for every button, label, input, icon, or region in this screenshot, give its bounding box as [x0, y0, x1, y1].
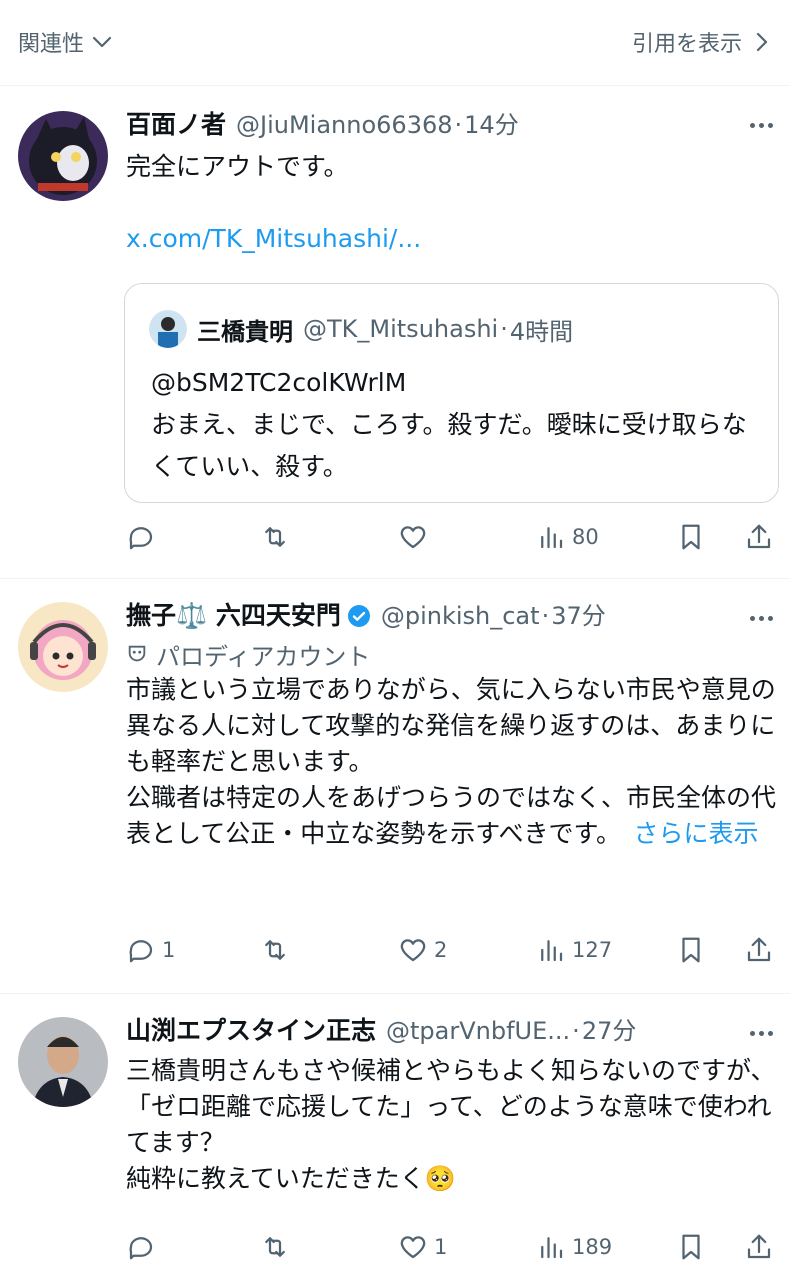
reply-button[interactable]: 1 [126, 935, 175, 965]
display-name[interactable]: 百面ノ者 [126, 105, 226, 141]
view-quotes-label: 引用を表示 [631, 32, 742, 57]
post-header: 撫子⚖️ 六四天安門 @pinkish_cat · 37分 [126, 596, 776, 636]
post-header: 山渕エプスタイン正志 @tparVnbfUE... · 27分 [126, 1011, 776, 1051]
reply-icon [129, 940, 153, 963]
view-count: 189 [572, 1235, 613, 1259]
bookmark-icon [682, 1234, 700, 1260]
share-button[interactable] [744, 935, 774, 965]
view-quotes-link[interactable]: 引用を表示 [632, 26, 774, 58]
heart-icon [400, 1236, 426, 1259]
like-count: 1 [434, 1235, 448, 1259]
post-time[interactable]: 14分 [464, 105, 519, 140]
quoted-post-time: 4時間 [509, 317, 574, 346]
display-name[interactable]: 山渕エプスタイン正志 [126, 1011, 376, 1047]
post-actions: 1 189 [126, 1227, 776, 1267]
display-name[interactable]: 撫子⚖️ 六四天安門 [126, 596, 341, 632]
parody-label-text: パロディアカウント [156, 642, 371, 671]
post-time[interactable]: 37分 [551, 596, 606, 631]
post-header: 百面ノ者 @JiuMianno66368 · 14分 [126, 105, 776, 145]
reply-post[interactable]: 百面ノ者 @JiuMianno66368 · 14分 完全にアウトです。 x.c… [0, 87, 790, 579]
sort-label: 関連性 [18, 32, 85, 57]
repost-icon [265, 527, 285, 547]
separator-dot: · [500, 315, 508, 343]
separator-dot: · [541, 602, 550, 630]
separator-dot: · [454, 111, 463, 139]
repost-button[interactable] [260, 1232, 296, 1262]
like-button[interactable]: 2 [398, 935, 447, 965]
repost-button[interactable] [260, 935, 296, 965]
reply-post[interactable]: 山渕エプスタイン正志 @tparVnbfUE... · 27分 三橋貴明さんもさ… [0, 995, 790, 1280]
avatar[interactable] [18, 602, 108, 692]
heart-icon [400, 526, 426, 549]
share-button[interactable] [744, 522, 774, 552]
parody-label: パロディアカウント [126, 636, 776, 672]
avatar[interactable] [18, 1017, 108, 1107]
quoted-post[interactable]: 三橋貴明 @TK_Mitsuhashi · 4時間 @bSM2TC2colKWr… [124, 283, 779, 503]
sort-dropdown[interactable]: 関連性 [18, 26, 114, 58]
reply-button[interactable] [126, 522, 162, 552]
quoted-post-header: 三橋貴明 @TK_Mitsuhashi · 4時間 [149, 310, 573, 348]
view-count: 127 [572, 938, 613, 962]
bookmark-button[interactable] [676, 522, 706, 552]
like-count: 2 [434, 938, 448, 962]
reply-count: 1 [162, 938, 176, 962]
bookmark-button[interactable] [676, 1232, 706, 1262]
post-text: 市議という立場でありながら、気に入らない市民や意見の異なる人に対して攻撃的な発信… [126, 672, 776, 852]
quoted-post-text: @bSM2TC2colKWrlM おまえ、まじで、ころす。殺すだ。曖昧に受け取ら… [151, 368, 747, 481]
post-text: 三橋貴明さんもさや候補とやらもよく知らないのですが、「ゼロ距離で応援してた」って… [126, 1056, 776, 1193]
views-button[interactable]: 80 [536, 522, 599, 552]
heart-icon [400, 939, 426, 962]
like-button[interactable] [398, 522, 434, 552]
share-icon [747, 937, 771, 962]
show-more-link[interactable]: さらに表示 [634, 819, 759, 848]
quoted-user-handle: @TK_Mitsuhashi [303, 315, 499, 343]
bookmark-button[interactable] [676, 935, 706, 965]
post-text: 完全にアウトです。 [126, 152, 349, 181]
post-link[interactable]: x.com/TK_Mitsuhashi/... [126, 221, 776, 257]
reply-button[interactable] [126, 1232, 162, 1262]
views-icon [541, 527, 563, 549]
chevron-down-icon [90, 30, 114, 54]
views-button[interactable]: 189 [536, 1232, 612, 1262]
post-actions: 80 [126, 517, 776, 557]
user-handle[interactable]: @pinkish_cat [381, 602, 540, 630]
chevron-right-icon [750, 30, 774, 54]
repost-button[interactable] [260, 522, 296, 552]
views-icon [541, 1237, 563, 1259]
verified-badge-icon [347, 604, 371, 628]
avatar[interactable] [18, 111, 108, 201]
share-button[interactable] [744, 1232, 774, 1262]
user-handle[interactable]: @JiuMianno66368 [236, 111, 453, 139]
quoted-avatar [149, 310, 187, 348]
view-count: 80 [572, 525, 599, 549]
reply-post[interactable]: 撫子⚖️ 六四天安門 @pinkish_cat · 37分 パロディアカウント … [0, 580, 790, 994]
bookmark-icon [682, 524, 700, 550]
user-handle[interactable]: @tparVnbfUE... [386, 1017, 570, 1045]
post-actions: 1 2 127 [126, 930, 776, 970]
bookmark-icon [682, 937, 700, 963]
repost-icon [265, 940, 285, 960]
repost-icon [265, 1237, 285, 1257]
post-time[interactable]: 27分 [582, 1011, 637, 1046]
share-icon [747, 1234, 771, 1259]
separator-dot: · [572, 1017, 580, 1045]
quoted-display-name: 三橋貴明 [197, 317, 293, 346]
views-button[interactable]: 127 [536, 935, 612, 965]
mask-icon [126, 643, 148, 665]
share-icon [747, 524, 771, 549]
replies-header: 関連性 引用を表示 [0, 0, 790, 86]
reply-icon [129, 1237, 153, 1260]
views-icon [541, 940, 563, 962]
reply-icon [129, 527, 153, 550]
like-button[interactable]: 1 [398, 1232, 447, 1262]
